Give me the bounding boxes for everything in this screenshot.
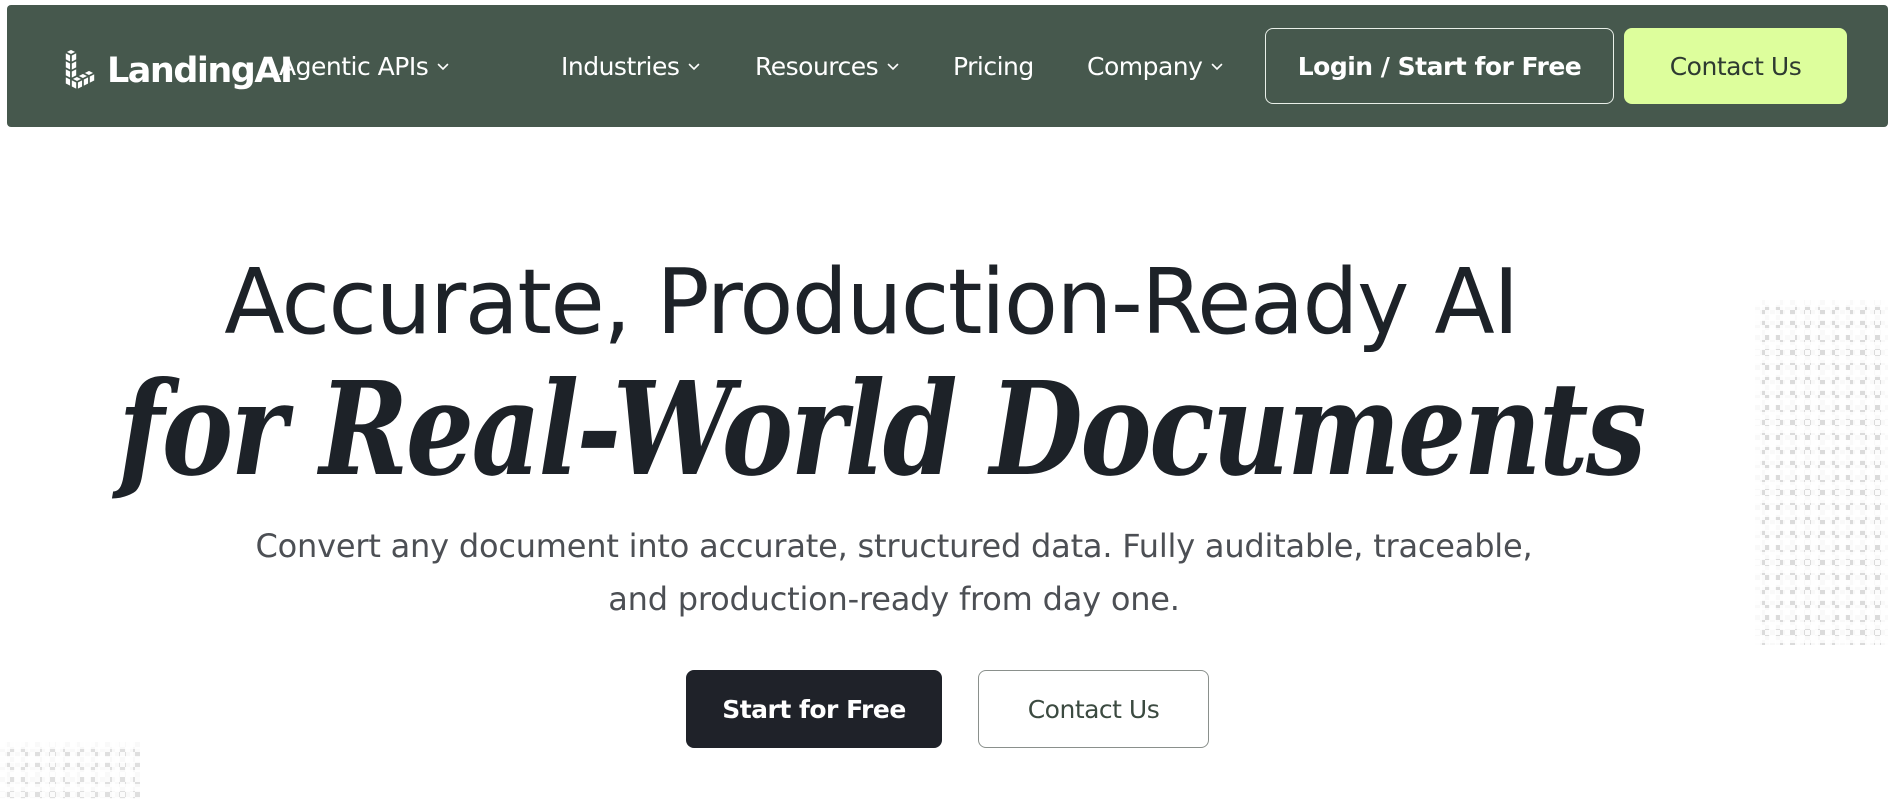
chevron-down-icon bbox=[689, 63, 700, 71]
nav-item-label: Resources bbox=[755, 51, 879, 81]
chevron-down-icon bbox=[437, 63, 449, 71]
nav-item-label: Agentic APIs bbox=[279, 51, 429, 81]
chevron-down-icon bbox=[1212, 63, 1223, 71]
nav-item-label: Pricing bbox=[953, 51, 1034, 81]
nav-item-company[interactable]: Company bbox=[1087, 5, 1223, 127]
top-navbar: LandingAI Agentic APIs Industries Resour… bbox=[7, 5, 1888, 127]
nav-item-label: Company bbox=[1087, 51, 1203, 81]
nav-item-label: Industries bbox=[561, 51, 680, 81]
brand-name: LandingAI bbox=[107, 51, 293, 91]
nav-item-resources[interactable]: Resources bbox=[755, 5, 899, 127]
hero-subtitle: Convert any document into accurate, stru… bbox=[255, 527, 1533, 618]
nav-contact-us-button[interactable]: Contact Us bbox=[1624, 28, 1847, 104]
nav-item-agentic-apis[interactable]: Agentic APIs bbox=[279, 5, 449, 127]
nav-item-pricing[interactable]: Pricing bbox=[953, 5, 1034, 127]
login-start-free-button[interactable]: Login / Start for Free bbox=[1265, 28, 1614, 104]
hero-headline-line1: Accurate, Production-Ready AI bbox=[224, 250, 1519, 355]
hero-headline-line2: for Real-World Documents bbox=[118, 354, 1646, 505]
brand-logo[interactable]: LandingAI bbox=[59, 46, 293, 96]
start-for-free-button[interactable]: Start for Free bbox=[686, 670, 942, 748]
chevron-down-icon bbox=[887, 63, 899, 71]
nav-item-industries[interactable]: Industries bbox=[561, 5, 700, 127]
hero-contact-us-button[interactable]: Contact Us bbox=[978, 670, 1209, 748]
stacked-cubes-logo-icon bbox=[64, 48, 96, 91]
decorative-pixel-pattern-left bbox=[0, 742, 140, 799]
